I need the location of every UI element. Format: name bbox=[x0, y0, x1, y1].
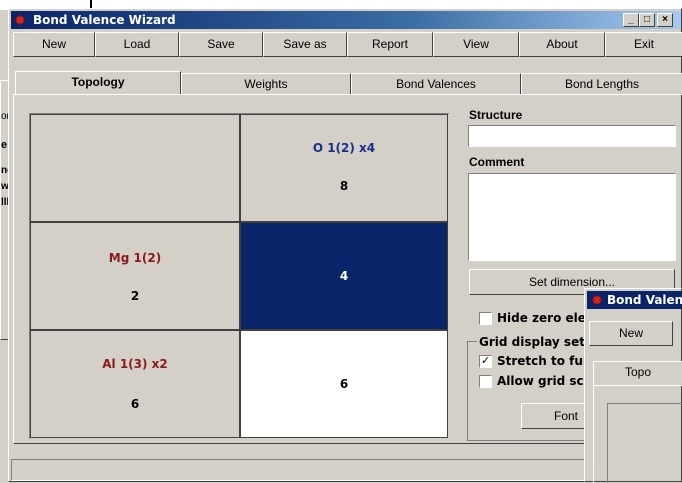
structure-input[interactable] bbox=[468, 125, 676, 147]
about-button[interactable]: About bbox=[519, 32, 605, 57]
fragment-text-2: e bbox=[1, 139, 8, 151]
save-as-button-label: Save as bbox=[283, 37, 327, 51]
app-icon bbox=[14, 14, 26, 26]
second-window-title: Bond Valen bbox=[607, 293, 682, 307]
grid-cell-selected[interactable]: 4 bbox=[240, 222, 448, 330]
minimize-button[interactable]: _ bbox=[623, 13, 639, 27]
new-button[interactable]: New bbox=[13, 32, 95, 57]
about-button-label: About bbox=[546, 37, 578, 51]
grid-display-group-label: Grid display set bbox=[477, 335, 587, 349]
exit-button[interactable]: Exit bbox=[605, 32, 682, 57]
report-button-label: Report bbox=[371, 37, 409, 51]
tab-weights-label: Weights bbox=[244, 77, 288, 91]
save-as-button[interactable]: Save as bbox=[263, 32, 347, 57]
font-button-label: Font bbox=[553, 409, 578, 423]
tab-topology[interactable]: Topology bbox=[15, 71, 181, 95]
maximize-button[interactable]: □ bbox=[639, 13, 655, 27]
second-window-grid[interactable] bbox=[607, 403, 682, 483]
row-header-cell[interactable]: Mg 1(2) 2 bbox=[30, 222, 240, 330]
row-header-name: Al 1(3) x2 bbox=[102, 357, 168, 371]
app-icon bbox=[591, 294, 603, 306]
hide-zero-label: Hide zero ele bbox=[497, 311, 586, 325]
main-window: Bond Valence Wizard _ □ × New Load Save … bbox=[8, 8, 682, 482]
grid-cell-value: 4 bbox=[339, 269, 349, 283]
row-header-cell[interactable]: Al 1(3) x2 6 bbox=[30, 330, 240, 438]
row-header-value: 2 bbox=[130, 289, 140, 303]
grid-cell[interactable]: 6 bbox=[240, 330, 448, 438]
row-header-name: Mg 1(2) bbox=[108, 251, 162, 265]
close-button[interactable]: × bbox=[657, 13, 673, 27]
load-button[interactable]: Load bbox=[95, 32, 179, 57]
topology-grid[interactable]: O 1(2) x4 8 Mg 1(2) 2 4 Al 1(3) x2 6 6 bbox=[29, 113, 449, 439]
save-button-label: Save bbox=[207, 37, 235, 51]
tab-topology-label: Topology bbox=[71, 75, 125, 89]
tab-bond-valences-label: Bond Valences bbox=[396, 77, 476, 91]
second-window-new-button[interactable]: New bbox=[589, 321, 673, 346]
row-header-value: 6 bbox=[130, 397, 140, 411]
allow-scroll-checkbox[interactable] bbox=[479, 375, 492, 388]
tab-weights[interactable]: Weights bbox=[181, 73, 351, 95]
second-window[interactable]: Bond Valen New Topo bbox=[584, 288, 682, 483]
grid-corner-cell bbox=[30, 114, 240, 222]
allow-scroll-label: Allow grid scr bbox=[497, 374, 590, 388]
window-title: Bond Valence Wizard bbox=[33, 13, 176, 27]
view-button-label: View bbox=[463, 37, 489, 51]
load-button-label: Load bbox=[123, 37, 151, 51]
view-button[interactable]: View bbox=[433, 32, 519, 57]
comment-textarea[interactable] bbox=[468, 173, 676, 261]
column-header-cell[interactable]: O 1(2) x4 8 bbox=[240, 114, 448, 222]
report-button[interactable]: Report bbox=[347, 32, 433, 57]
tab-bond-lengths-label: Bond Lengths bbox=[564, 77, 640, 91]
grid-cell-value: 6 bbox=[339, 377, 349, 391]
exit-button-label: Exit bbox=[633, 37, 654, 51]
comment-label: Comment bbox=[469, 155, 525, 169]
second-window-new-label: New bbox=[618, 326, 643, 340]
second-window-title-bar[interactable]: Bond Valen bbox=[587, 291, 682, 309]
stretch-label: Stretch to ful bbox=[497, 354, 588, 368]
tab-bond-valences[interactable]: Bond Valences bbox=[351, 73, 521, 95]
stretch-checkbox[interactable]: ✓ bbox=[479, 355, 492, 368]
column-header-value: 8 bbox=[339, 179, 349, 193]
save-button[interactable]: Save bbox=[179, 32, 263, 57]
title-bar[interactable]: Bond Valence Wizard _ □ × bbox=[11, 11, 681, 29]
second-window-tab-label: Topo bbox=[624, 365, 652, 379]
set-dimension-label: Set dimension... bbox=[528, 275, 616, 289]
hide-zero-checkbox[interactable] bbox=[479, 312, 492, 325]
status-bar bbox=[11, 459, 681, 481]
second-window-tab-topology[interactable]: Topo bbox=[593, 361, 682, 385]
new-button-label: New bbox=[41, 37, 66, 51]
structure-label: Structure bbox=[469, 108, 523, 122]
tab-bond-lengths[interactable]: Bond Lengths bbox=[521, 73, 682, 95]
column-header-name: O 1(2) x4 bbox=[312, 141, 376, 155]
